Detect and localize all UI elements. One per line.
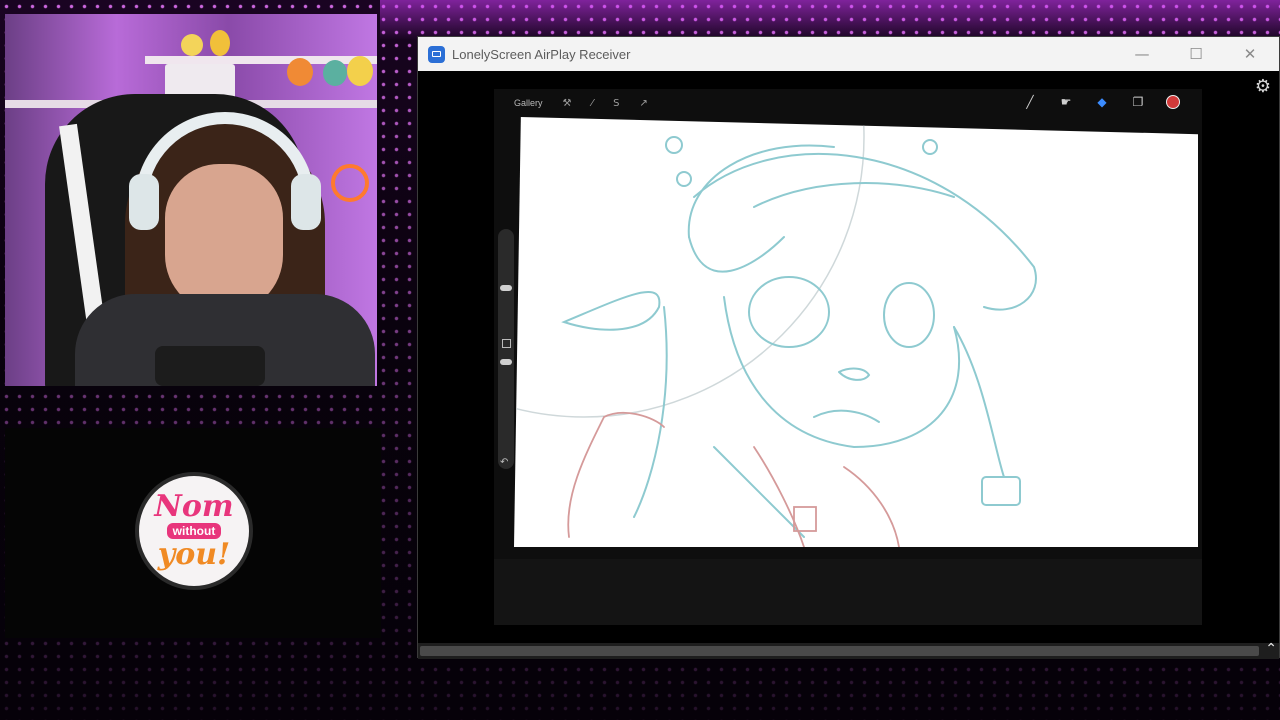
scroll-thumb[interactable] <box>420 646 1259 656</box>
horizontal-scrollbar[interactable]: ⌃ <box>418 641 1279 659</box>
layers-icon[interactable]: ❐ <box>1130 94 1146 110</box>
minimize-button[interactable]: — <box>1115 37 1169 71</box>
logo-text-top: Nom <box>154 489 234 524</box>
modify-button[interactable] <box>502 339 511 348</box>
channel-logo: Nom without you! <box>135 472 253 590</box>
plush-toy <box>323 60 347 86</box>
microphone <box>155 346 265 386</box>
procreate-toolbar: Gallery ⚒ ⁄ S ↗ ╱ ☛ ◆ ❐ <box>494 89 1202 117</box>
plush-toy <box>347 56 373 86</box>
procreate-sidebar: ↶ <box>498 229 514 469</box>
webcam-feed <box>5 14 377 386</box>
drawing-canvas[interactable] <box>514 117 1198 547</box>
logo-text-bottom: you! <box>157 537 231 572</box>
magic-wand-icon[interactable]: ⁄ <box>591 98 593 109</box>
top-glow <box>380 0 1280 40</box>
plush-toy <box>181 34 203 56</box>
ipad-lower-area <box>494 559 1202 625</box>
gear-icon[interactable]: ⚙ <box>1253 77 1273 97</box>
eraser-icon[interactable]: ◆ <box>1094 94 1110 110</box>
transform-icon[interactable]: ↗ <box>640 98 648 109</box>
selection-icon[interactable]: S <box>613 98 619 109</box>
logo-panel: Nom without you! <box>5 428 381 638</box>
headphone-ear <box>129 174 159 230</box>
airplay-monitor-icon <box>428 45 445 63</box>
neon-ring-lamp <box>331 164 369 202</box>
maximize-button[interactable]: ☐ <box>1169 37 1223 71</box>
chevron-up-icon[interactable]: ⌃ <box>1265 641 1277 657</box>
smudge-icon[interactable]: ☛ <box>1058 94 1074 110</box>
opacity-slider[interactable] <box>500 359 512 365</box>
brush-size-slider[interactable] <box>500 285 512 291</box>
window-title: LonelyScreen AirPlay Receiver <box>452 46 631 62</box>
close-button[interactable]: ✕ <box>1223 37 1277 71</box>
undo-icon[interactable]: ↶ <box>500 457 508 468</box>
sketch-artwork <box>514 117 1037 547</box>
gallery-button[interactable]: Gallery <box>514 98 543 108</box>
title-bar[interactable]: LonelyScreen AirPlay Receiver — ☐ ✕ <box>418 37 1279 71</box>
headphone-ear <box>291 174 321 230</box>
mirror-area: ⚙ Gallery ⚒ ⁄ S ↗ ╱ ☛ ◆ ❐ ↶ ⌃ <box>418 71 1279 659</box>
plush-toy <box>210 30 230 56</box>
brush-icon[interactable]: ╱ <box>1022 94 1038 110</box>
color-swatch[interactable] <box>1166 95 1180 109</box>
ipad-mirror: Gallery ⚒ ⁄ S ↗ ╱ ☛ ◆ ❐ ↶ <box>494 89 1202 625</box>
lonelyscreen-window: LonelyScreen AirPlay Receiver — ☐ ✕ ⚙ Ga… <box>417 36 1280 659</box>
wrench-icon[interactable]: ⚒ <box>563 98 572 109</box>
plush-toy <box>287 58 313 86</box>
